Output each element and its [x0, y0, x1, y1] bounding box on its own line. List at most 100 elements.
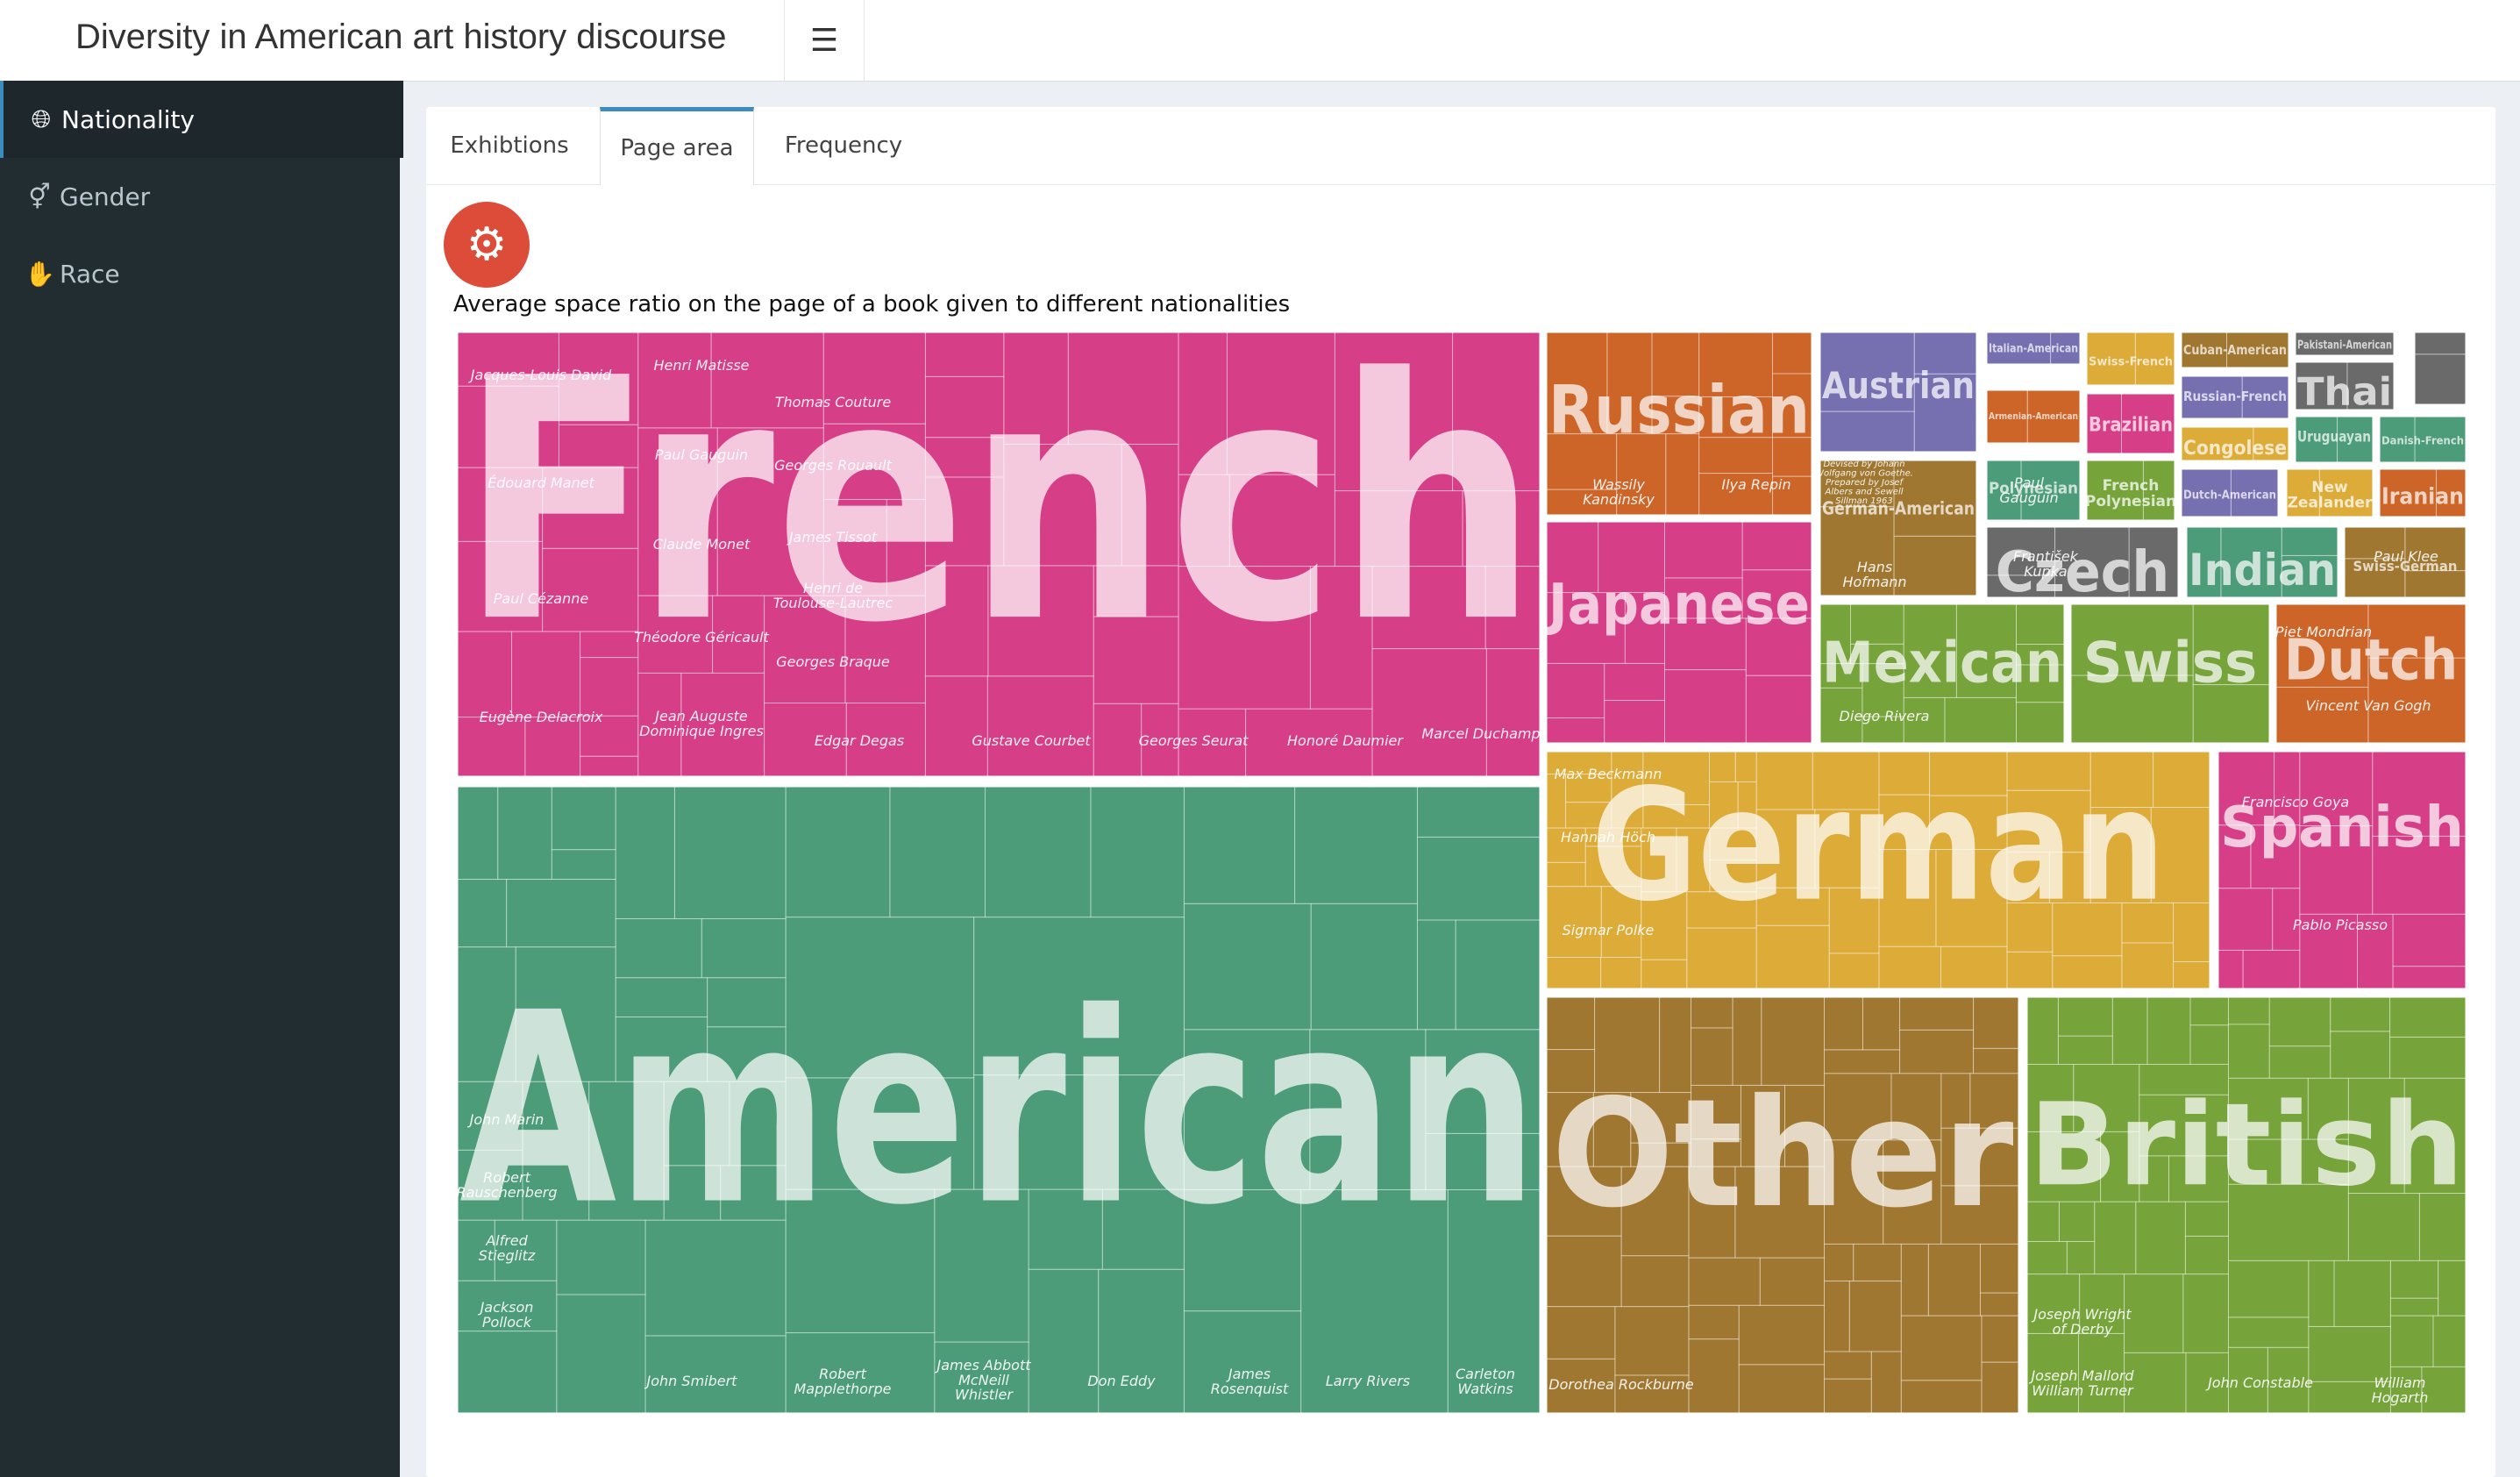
treemap-cell-pakistani-american[interactable]: Pakistani-American: [2293, 330, 2396, 358]
group-label: Polynesian: [2085, 493, 2176, 510]
treemap-cell-french[interactable]: FrenchJacques-Louis David Édouard Manet Pa…: [455, 307, 1542, 779]
tab-page-area[interactable]: Page area: [600, 107, 754, 185]
globe-icon: 🌐︎: [31, 104, 52, 133]
group-label: British: [2029, 1078, 2464, 1211]
artist-label: Marcel Duchamp: [1421, 725, 1540, 742]
treemap-cell-british[interactable]: BritishJoseph Wright of DerbyJoseph Mallo…: [2025, 995, 2468, 1416]
treemap-cell-french-polynesian[interactable]: FrenchPolynesian: [2084, 458, 2177, 523]
artist-label: Dorothea Rockburne: [1548, 1376, 1694, 1393]
group-label: Armenian-American: [1989, 410, 2078, 422]
sidebar-item-label: Race: [60, 259, 120, 289]
treemap-cell-congolese[interactable]: Congolese: [2179, 425, 2291, 463]
artist-label: Georges Braque: [776, 653, 890, 670]
artist-label: Larry Rivers: [1326, 1373, 1410, 1389]
group-label: Zealander: [2288, 495, 2373, 512]
treemap-cell-american[interactable]: AmericanJohn MarinRobert RauschenbergAlfr…: [455, 784, 1542, 1416]
artist-label: Georges Rouault: [774, 457, 892, 474]
artist-label: Pablo Picasso: [2293, 917, 2388, 933]
settings-button[interactable]: ⚙︎: [444, 202, 530, 288]
treemap-cell-japanese[interactable]: Japanese: [1544, 519, 1814, 746]
top-header: Diversity in American art history discou…: [0, 0, 2520, 82]
artist-label: John Smibert: [644, 1373, 738, 1389]
group-label: Iranian: [2381, 483, 2464, 510]
artist-label: Francisco Goya: [2242, 794, 2349, 810]
treemap-cell-unnamed[interactable]: [2412, 330, 2468, 407]
artist-label: James Tissot: [787, 529, 878, 546]
group-label: French: [459, 307, 1538, 696]
artist-label: Edgar Degas: [815, 732, 904, 749]
artist-label: Vincent Van Gogh: [2305, 697, 2431, 714]
treemap-cell-czech[interactable]: CzechFrantišek Kupka: [1984, 524, 2181, 605]
cell-rect: [2217, 751, 2467, 989]
treemap-cell-swiss[interactable]: Swiss: [2068, 602, 2272, 746]
cell-rect: [2414, 332, 2467, 405]
group-label: American: [459, 957, 1538, 1263]
treemap-cell-danish-french[interactable]: Danish-French: [2377, 414, 2468, 465]
treemap-cell-mexican[interactable]: Mexican Diego Rivera: [1818, 602, 2067, 746]
app-title: Diversity in American art history discou…: [75, 18, 727, 56]
group-label: German: [1591, 756, 2166, 936]
group-label: Pakistani-American: [2297, 339, 2392, 353]
treemap-cell-italian-american[interactable]: Italian-American: [1984, 330, 2082, 367]
group-label: Russian: [1548, 371, 1810, 449]
artist-label: Wassily Kandinsky: [1583, 476, 1655, 508]
tab-bar: Exhibtions Page area Frequency: [426, 107, 2495, 185]
gear-icon: ⚙︎: [466, 219, 508, 270]
group-label: Congolese: [2183, 438, 2287, 460]
hamburger-icon[interactable]: ☰: [784, 0, 865, 81]
artist-label: Claude Monet: [653, 536, 751, 553]
treemap-cell-thai[interactable]: Thai: [2293, 360, 2396, 414]
artist-label: Jean Auguste Dominique Ingres: [639, 708, 764, 739]
treemap-cell-other[interactable]: Other Dorothea Rockburne: [1544, 995, 2021, 1416]
treemap-cell-polynesian[interactable]: PolynesianPaul Gauguin: [1984, 458, 2082, 523]
sidebar-item-label: Gender: [60, 182, 151, 211]
artist-label: John Constable: [2205, 1374, 2313, 1391]
group-label: Swiss: [2083, 631, 2257, 696]
treemap-cell-dutch-american[interactable]: Dutch-American: [2179, 467, 2281, 519]
artist-label: Piet Mondrian: [2275, 624, 2372, 640]
artist-label: Paul Klee: [2374, 548, 2438, 565]
treemap-cell-new-zealander[interactable]: NewZealander: [2284, 467, 2375, 519]
treemap-cell-swiss-german[interactable]: Swiss-GermanPaul Klee: [2342, 524, 2468, 600]
treemap-cell-iranian[interactable]: Iranian: [2377, 467, 2468, 519]
treemap-cell-russian-french[interactable]: Russian-French: [2179, 374, 2291, 421]
artist-label: Henri Matisse: [654, 357, 750, 374]
artist-label: Ilya Repin: [1721, 476, 1790, 493]
treemap-cell-dutch[interactable]: DutchPiet MondrianVincent Van Gogh: [2274, 602, 2468, 746]
treemap-cell-german-american[interactable]: German-AmericanDevised by Johann Wolfgang…: [1815, 458, 1979, 598]
treemap-cell-austrian[interactable]: Austrian: [1818, 330, 1979, 454]
treemap-cell-swiss-french[interactable]: Swiss-French: [2084, 330, 2177, 388]
artist-label: Théodore Géricault: [634, 629, 769, 646]
group-label: Uruguayan: [2297, 429, 2371, 446]
artist-label: Gustave Courbet: [972, 732, 1091, 749]
treemap-cell-cuban-american[interactable]: Cuban-American: [2179, 330, 2291, 370]
treemap-cell-armenian-american[interactable]: Armenian-American: [1984, 388, 2082, 446]
treemap-cell-indian[interactable]: Indian: [2184, 524, 2340, 600]
artist-label: Honoré Daumier: [1287, 732, 1404, 749]
artist-label: Alfred Stieglitz: [479, 1232, 536, 1264]
treemap-cell-spanish[interactable]: SpanishFrancisco GoyaPablo Picasso: [2216, 749, 2468, 991]
group-label: Japanese: [1545, 573, 1810, 638]
tab-frequency[interactable]: Frequency: [756, 107, 931, 184]
artist-label: Paul Gauguin: [655, 446, 748, 463]
artist-label: Carleton Watkins: [1456, 1366, 1515, 1397]
artist-label: Jackson Pollock: [478, 1299, 534, 1331]
treemap-cell-german[interactable]: GermanMax Beckmann Hannah Höch Sigmar Polk…: [1544, 749, 2212, 991]
sidebar-item-nationality[interactable]: 🌐︎ Nationality: [0, 81, 403, 158]
artist-label: William Hogarth: [2372, 1374, 2429, 1406]
artist-label: Joseph Mallord William Turner: [2028, 1367, 2134, 1399]
group-label: Mexican: [1822, 631, 2062, 696]
sidebar-item-race[interactable]: ✋ Race: [0, 235, 400, 312]
group-label: Swiss-French: [2089, 355, 2173, 368]
group-label: Austrian: [1822, 364, 1975, 407]
sidebar-item-gender[interactable]: ⚥ Gender: [0, 158, 400, 235]
treemap-cell-russian[interactable]: Russian Wassily Kandinsky Ilya Repin: [1544, 330, 1814, 517]
tab-exhibitions[interactable]: Exhibtions: [426, 107, 593, 184]
treemap-cell-brazilian[interactable]: Brazilian: [2084, 391, 2177, 456]
treemap-cell-uruguayan[interactable]: Uruguayan: [2293, 414, 2375, 465]
group-label: Indian: [2189, 545, 2336, 596]
group-label: Danish-French: [2381, 434, 2464, 446]
artist-label: Georges Seurat: [1139, 732, 1249, 749]
artist-label: Édouard Manet: [488, 474, 594, 491]
group-label: Cuban-American: [2183, 342, 2287, 358]
